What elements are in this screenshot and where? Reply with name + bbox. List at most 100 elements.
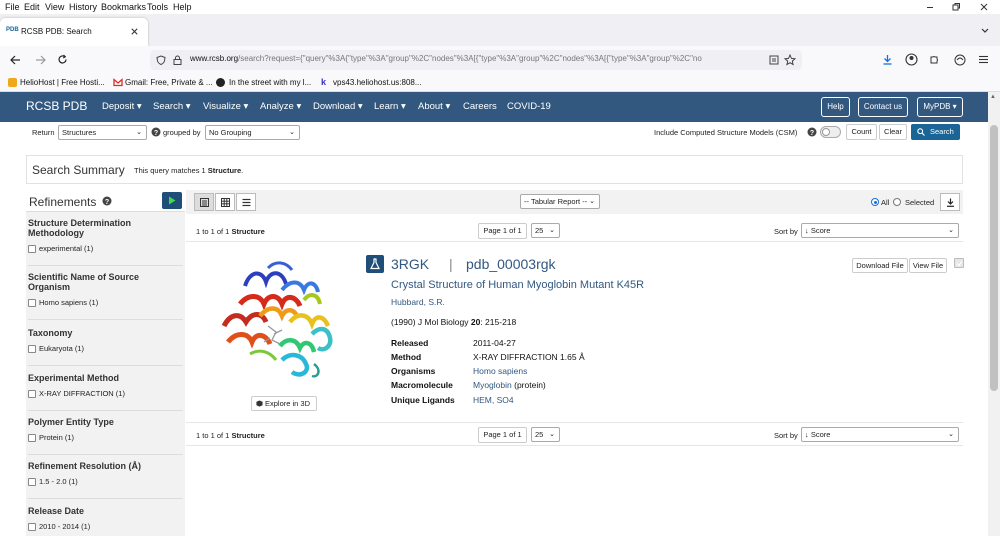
scroll-up-arrow-icon[interactable]: ▲ bbox=[990, 94, 996, 100]
checkbox[interactable] bbox=[28, 523, 36, 532]
per-page-select[interactable]: 25 ⌄ bbox=[531, 223, 560, 238]
checkbox[interactable] bbox=[28, 434, 36, 443]
lock-icon[interactable] bbox=[173, 55, 182, 65]
nav-download[interactable]: Download ▾ bbox=[313, 101, 363, 112]
help-button[interactable]: Help bbox=[821, 97, 850, 117]
menu-view[interactable]: View bbox=[45, 2, 64, 12]
organisms-link[interactable]: Homo sapiens bbox=[473, 366, 527, 376]
csm-help-icon[interactable]: ? bbox=[807, 127, 817, 137]
mypdb-button[interactable]: MyPDB ▾ bbox=[917, 97, 963, 117]
refinement-option[interactable]: X-RAY DIFFRACTION (1) bbox=[28, 389, 183, 399]
forward-arrow-icon[interactable] bbox=[35, 55, 46, 65]
search-button[interactable]: Search bbox=[911, 124, 960, 140]
menu-bookmarks[interactable]: Bookmarks bbox=[101, 2, 146, 12]
nav-careers[interactable]: Careers bbox=[463, 101, 497, 112]
radio-selected[interactable] bbox=[893, 198, 901, 206]
report-select[interactable]: -- Tabular Report -- ⌄ bbox=[520, 194, 600, 209]
nav-learn[interactable]: Learn ▾ bbox=[374, 101, 406, 112]
refinement-option[interactable]: Protein (1) bbox=[28, 433, 183, 443]
back-arrow-icon[interactable] bbox=[10, 55, 21, 65]
nav-search[interactable]: Search ▾ bbox=[153, 101, 191, 112]
refinement-section-title: Taxonomy bbox=[28, 328, 73, 338]
entry-authors-link[interactable]: Hubbard, S.R. bbox=[391, 297, 445, 307]
menu-help[interactable]: Help bbox=[173, 2, 192, 12]
close-tab-icon[interactable] bbox=[130, 27, 139, 36]
account-icon[interactable] bbox=[905, 53, 918, 66]
page-scrollbar-thumb[interactable] bbox=[990, 125, 998, 391]
refinement-option[interactable]: Homo sapiens (1) bbox=[28, 298, 183, 308]
bookmark-star-icon[interactable] bbox=[784, 54, 796, 66]
refinement-option[interactable]: 2010 - 2014 (1) bbox=[28, 522, 183, 532]
bookmark-vps43[interactable]: vps43.heliohost.us:808... bbox=[333, 78, 422, 87]
extended-pdb-id-link[interactable]: pdb_00003rgk bbox=[466, 256, 556, 272]
page-indicator[interactable]: Page 1 of 1 bbox=[478, 427, 527, 443]
checkbox[interactable] bbox=[28, 390, 36, 399]
close-window-icon[interactable] bbox=[978, 1, 990, 13]
minimize-icon[interactable] bbox=[924, 1, 936, 13]
bookmark-heliohost[interactable]: HelioHost | Free Hosti... bbox=[20, 78, 105, 87]
help-question-icon[interactable]: ? bbox=[151, 127, 161, 137]
menu-tools[interactable]: Tools bbox=[147, 2, 168, 12]
radio-all[interactable] bbox=[871, 198, 879, 206]
downloads-icon[interactable] bbox=[882, 54, 893, 65]
sort-select[interactable]: ↓ Score ⌄ bbox=[801, 223, 959, 238]
refinements-help-icon[interactable]: ? bbox=[102, 196, 112, 206]
checkbox[interactable] bbox=[28, 299, 36, 308]
entry-id-link[interactable]: 3RGK bbox=[391, 256, 429, 272]
nav-about[interactable]: About ▾ bbox=[418, 101, 450, 112]
pdb-logo[interactable]: RCSB PDB bbox=[26, 99, 87, 113]
page-indicator[interactable]: Page 1 of 1 bbox=[478, 223, 527, 239]
grouped-by-select[interactable]: No Grouping ⌄ bbox=[205, 125, 300, 140]
nav-deposit[interactable]: Deposit ▾ bbox=[102, 101, 142, 112]
refinement-option[interactable]: experimental (1) bbox=[28, 244, 183, 254]
apply-refinements-button[interactable] bbox=[162, 192, 182, 209]
csm-toggle[interactable] bbox=[820, 126, 841, 138]
menu-edit[interactable]: Edit bbox=[24, 2, 40, 12]
view-summary-button[interactable] bbox=[194, 193, 214, 211]
download-file-button[interactable]: Download File bbox=[852, 258, 908, 273]
select-entry-checkbox[interactable] bbox=[954, 258, 964, 268]
shield-icon[interactable] bbox=[156, 55, 166, 65]
checkbox[interactable] bbox=[28, 345, 36, 354]
nav-analyze[interactable]: Analyze ▾ bbox=[260, 101, 301, 112]
clear-button[interactable]: Clear bbox=[879, 124, 907, 140]
url-bar[interactable]: www.rcsb.org/search?request={"query"%3A{… bbox=[150, 50, 802, 70]
bookmark-gmail[interactable]: Gmail: Free, Private & ... bbox=[125, 78, 213, 87]
macromolecule-link[interactable]: Myoglobin bbox=[473, 380, 512, 390]
bookmark-in-the-street[interactable]: In the street with my l... bbox=[229, 78, 311, 87]
refinement-option[interactable]: 1.5 - 2.0 (1) bbox=[28, 477, 183, 487]
restore-icon[interactable] bbox=[950, 1, 962, 13]
checkbox[interactable] bbox=[28, 245, 36, 254]
list-tabs-chevron-icon[interactable] bbox=[980, 27, 990, 35]
pagination-top: 1 to 1 of 1 Structure Page 1 of 1 25 ⌄ So… bbox=[186, 220, 963, 242]
view-file-button[interactable]: View File bbox=[909, 258, 947, 273]
hamburger-menu-icon[interactable] bbox=[978, 54, 989, 65]
ligands-links[interactable]: HEM, SO4 bbox=[473, 395, 514, 405]
url-text: www.rcsb.org/search?request={"query"%3A{… bbox=[190, 54, 766, 63]
view-gallery-button[interactable] bbox=[215, 193, 235, 211]
entry-title-link[interactable]: Crystal Structure of Human Myoglobin Mut… bbox=[391, 279, 644, 291]
search-icon bbox=[917, 128, 925, 136]
url-domain: www.rcsb.org bbox=[190, 54, 239, 63]
reload-icon[interactable] bbox=[57, 54, 68, 65]
extensions-icon[interactable] bbox=[929, 54, 940, 65]
view-compact-button[interactable] bbox=[236, 193, 256, 211]
explore-3d-button[interactable]: Explore in 3D bbox=[251, 396, 317, 411]
contact-us-button[interactable]: Contact us bbox=[858, 97, 908, 117]
return-select[interactable]: Structures ⌄ bbox=[58, 125, 147, 140]
firefox-view-icon[interactable] bbox=[954, 54, 966, 66]
nav-covid19[interactable]: COVID-19 bbox=[507, 101, 551, 112]
checkbox[interactable] bbox=[28, 478, 36, 487]
menu-file[interactable]: File bbox=[5, 2, 20, 12]
per-page-select[interactable]: 25 ⌄ bbox=[531, 427, 560, 442]
refinement-option[interactable]: Eukaryota (1) bbox=[28, 344, 183, 354]
sort-select[interactable]: ↓ Score ⌄ bbox=[801, 427, 959, 442]
tab-rcsb-search[interactable]: PDB RCSB PDB: Search bbox=[0, 18, 148, 46]
menu-history[interactable]: History bbox=[69, 2, 97, 12]
download-results-button[interactable] bbox=[940, 193, 960, 211]
structure-thumbnail[interactable] bbox=[220, 256, 338, 386]
reader-view-icon[interactable] bbox=[768, 54, 780, 66]
count-button[interactable]: Count bbox=[846, 124, 877, 140]
nav-visualize[interactable]: Visualize ▾ bbox=[203, 101, 248, 112]
svg-text:?: ? bbox=[105, 199, 109, 206]
